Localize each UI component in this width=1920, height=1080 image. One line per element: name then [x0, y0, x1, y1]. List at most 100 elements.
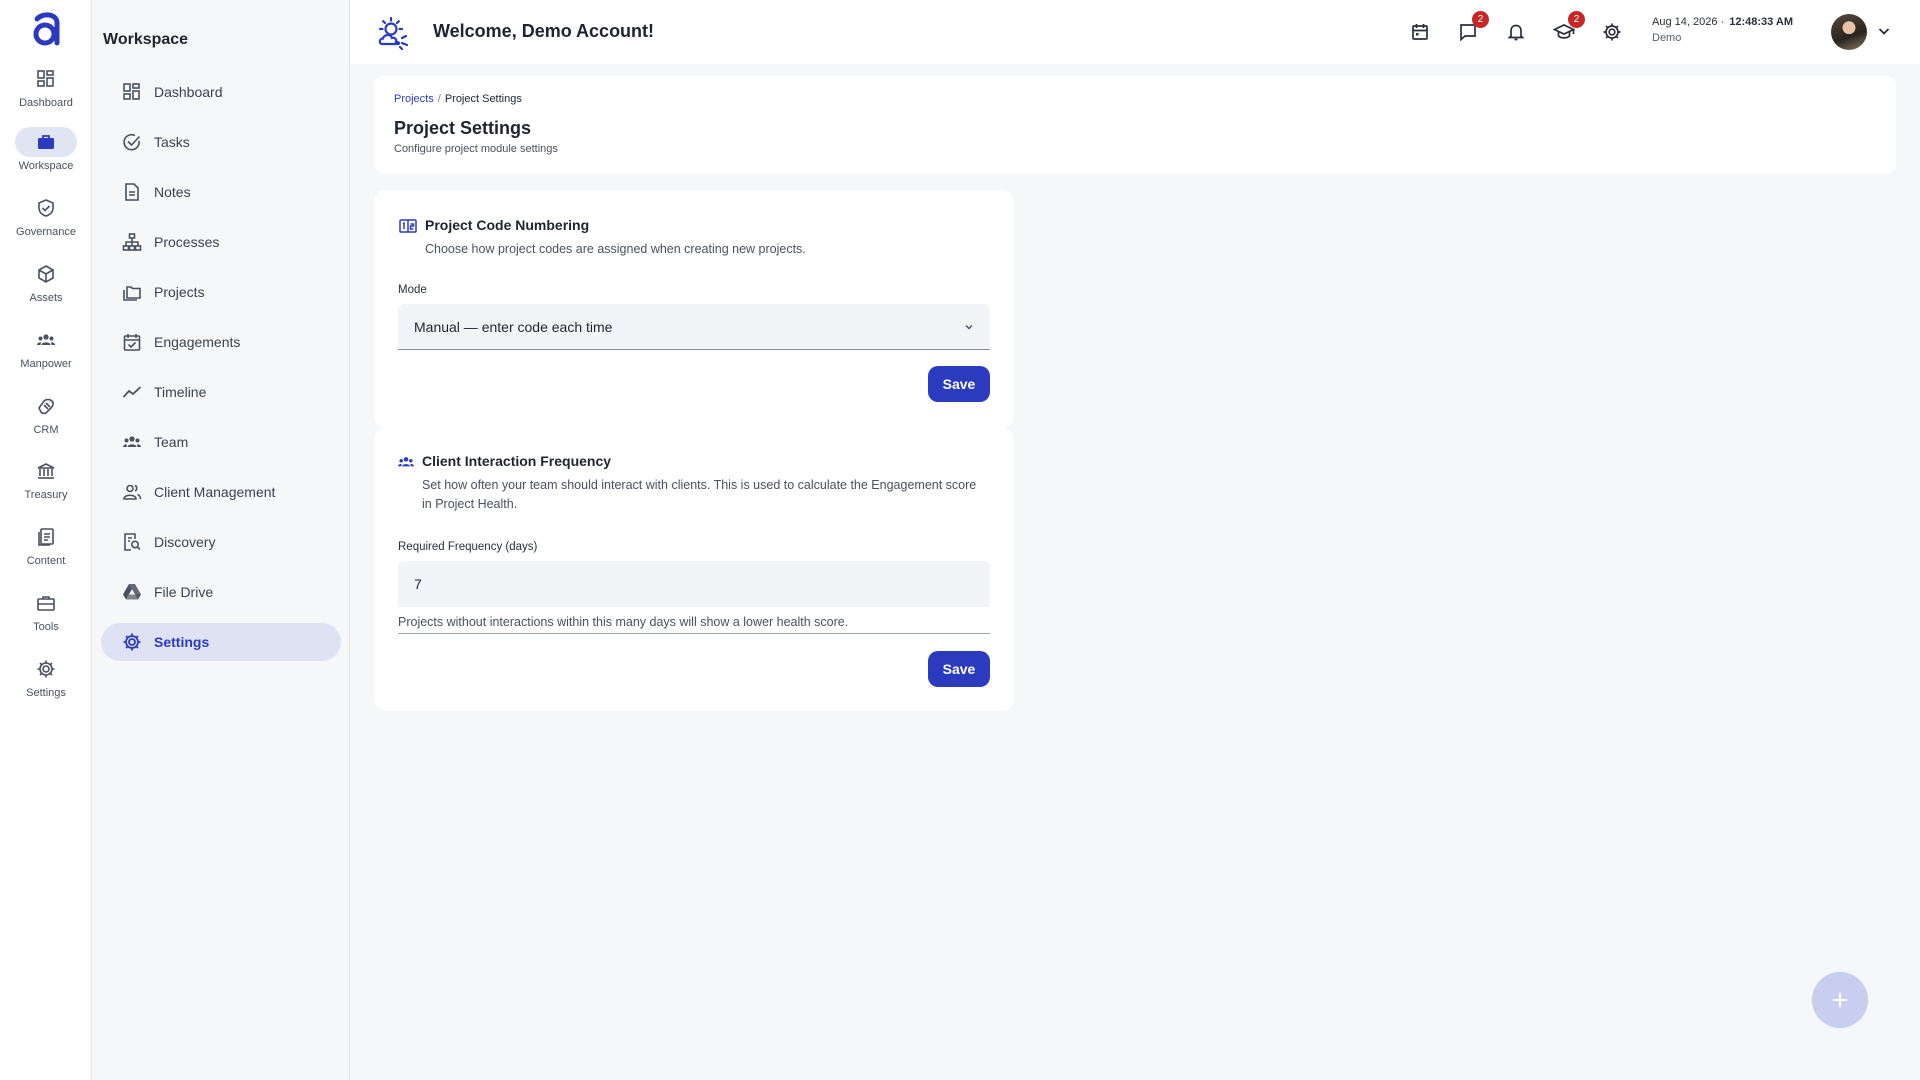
academy-badge: 2: [1568, 11, 1585, 28]
documents-icon: [15, 522, 77, 552]
dashboard-icon: [15, 64, 77, 94]
rail-item-label: Content: [26, 555, 66, 567]
workspace-sidebar: Workspace Dashboard Tasks Notes Processe…: [92, 0, 350, 1080]
rail-item-assets[interactable]: Assets: [0, 259, 92, 319]
sidebar-item-processes[interactable]: Processes: [101, 223, 341, 261]
messages-badge: 2: [1472, 11, 1489, 28]
messages-icon[interactable]: 2: [1456, 11, 1489, 44]
frequency-days-input[interactable]: 7: [398, 561, 990, 607]
app-rail: Dashboard Workspace Governance Assets Ma…: [0, 0, 92, 1080]
rail-item-content[interactable]: Content: [0, 522, 92, 582]
top-bar: Welcome, Demo Account! 2 2 Aug 14, 2026 …: [350, 0, 1920, 64]
sidebar-title: Workspace: [103, 31, 189, 48]
gear-icon: [15, 654, 77, 684]
sidebar-item-tasks[interactable]: Tasks: [101, 123, 341, 161]
rail-item-label: Settings: [26, 687, 66, 699]
save-code-numbering-button[interactable]: Save: [928, 366, 990, 402]
sidebar-item-engagements[interactable]: Engagements: [101, 323, 341, 361]
chevron-down-icon[interactable]: [1877, 24, 1891, 38]
sidebar-item-label: Dashboard: [154, 84, 223, 100]
sidebar-item-client-management[interactable]: Client Management: [101, 473, 341, 511]
sidebar-item-label: File Drive: [154, 584, 214, 600]
calendar-check-icon: [121, 331, 143, 353]
app-logo[interactable]: [28, 10, 64, 50]
breadcrumb: Projects / Project Settings: [394, 93, 522, 105]
people-icon: [396, 452, 416, 472]
rail-item-crm[interactable]: CRM: [0, 391, 92, 451]
shield-check-icon: [15, 193, 77, 223]
current-user-name: Demo: [1652, 32, 1682, 44]
sidebar-item-discovery[interactable]: Discovery: [101, 523, 341, 561]
user-avatar[interactable]: [1831, 14, 1867, 50]
people-icon: [15, 325, 77, 355]
academy-cap-icon[interactable]: 2: [1552, 11, 1585, 44]
rail-item-label: Workspace: [18, 160, 74, 172]
frequency-helper-text: Projects without interactions within thi…: [398, 615, 849, 629]
rail-item-label: Assets: [29, 292, 63, 304]
search-document-icon: [121, 531, 143, 553]
rail-item-tools[interactable]: Tools: [0, 588, 92, 648]
numbering-icon: [398, 216, 418, 236]
trend-line-icon: [121, 381, 143, 403]
folders-icon: [121, 281, 143, 303]
rail-item-label: Manpower: [20, 358, 72, 370]
team-icon: [121, 431, 143, 453]
divider: [398, 633, 990, 634]
sidebar-item-notes[interactable]: Notes: [101, 173, 341, 211]
rail-item-label: Dashboard: [19, 97, 73, 109]
toolbox-icon: [15, 588, 77, 618]
rail-item-settings[interactable]: Settings: [0, 654, 92, 714]
rail-item-workspace[interactable]: Workspace: [0, 127, 92, 187]
sidebar-item-settings[interactable]: Settings: [101, 623, 341, 661]
handshake-icon: [15, 391, 77, 421]
dashboard-icon: [121, 81, 143, 103]
settings-gear-icon[interactable]: [1600, 20, 1624, 44]
frequency-label: Required Frequency (days): [398, 541, 538, 553]
rail-item-label: Tools: [33, 621, 59, 633]
rail-item-dashboard[interactable]: Dashboard: [0, 64, 92, 124]
rail-item-manpower[interactable]: Manpower: [0, 325, 92, 385]
breadcrumb-separator: /: [437, 93, 441, 105]
page-header: Projects / Project Settings Project Settin…: [374, 76, 1896, 174]
card-description: Choose how project codes are assigned wh…: [425, 242, 806, 256]
sidebar-item-label: Client Management: [154, 484, 276, 500]
plus-icon: [1831, 991, 1849, 1009]
sidebar-item-file-drive[interactable]: File Drive: [101, 573, 341, 611]
sidebar-item-dashboard[interactable]: Dashboard: [101, 73, 341, 111]
rail-item-treasury[interactable]: Treasury: [0, 456, 92, 516]
mode-select[interactable]: Manual — enter code each time: [398, 304, 990, 350]
welcome-message: Welcome, Demo Account!: [433, 21, 655, 41]
gear-icon: [121, 631, 143, 653]
card-description: Set how often your team should interact …: [422, 478, 977, 511]
calendar-icon[interactable]: [1408, 20, 1432, 44]
current-date: Aug 14, 2026 ·: [1652, 16, 1725, 28]
breadcrumb-current: Project Settings: [444, 93, 522, 105]
project-code-numbering-card: Project Code Numbering Choose how projec…: [374, 190, 1014, 428]
sidebar-item-label: Projects: [154, 284, 205, 300]
rail-item-label: CRM: [33, 424, 59, 436]
sidebar-item-label: Settings: [154, 634, 210, 650]
notifications-bell-icon[interactable]: [1504, 20, 1528, 44]
sidebar-item-label: Discovery: [154, 534, 216, 550]
save-frequency-button[interactable]: Save: [928, 651, 990, 687]
page-title: Project Settings: [394, 118, 532, 138]
brand-sun-cloud-icon[interactable]: [376, 16, 410, 50]
sidebar-item-team[interactable]: Team: [101, 423, 341, 461]
sidebar-item-timeline[interactable]: Timeline: [101, 373, 341, 411]
note-icon: [121, 181, 143, 203]
sidebar-item-projects[interactable]: Projects: [101, 273, 341, 311]
current-time: 12:48:33 AM: [1729, 16, 1794, 28]
chevron-down-icon: [964, 322, 974, 332]
add-floating-button[interactable]: [1812, 972, 1868, 1028]
sidebar-item-label: Timeline: [154, 384, 207, 400]
org-chart-icon: [121, 231, 143, 253]
sidebar-item-label: Engagements: [154, 334, 241, 350]
mode-select-value: Manual — enter code each time: [414, 318, 613, 335]
client-icon: [121, 481, 143, 503]
page-subtitle: Configure project module settings: [394, 143, 558, 155]
rail-item-label: Governance: [16, 226, 76, 238]
rail-item-governance[interactable]: Governance: [0, 193, 92, 253]
bank-icon: [15, 456, 77, 486]
rail-item-label: Treasury: [24, 489, 68, 501]
breadcrumb-projects-link[interactable]: Projects: [394, 93, 434, 105]
